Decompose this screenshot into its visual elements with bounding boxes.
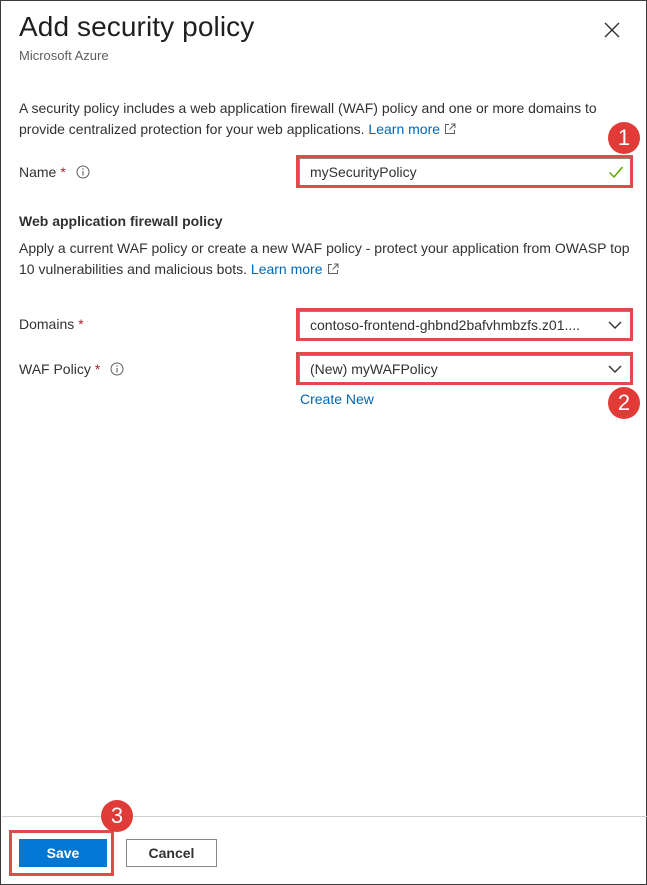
checkmark-icon bbox=[609, 166, 624, 179]
name-input-value: mySecurityPolicy bbox=[310, 164, 417, 180]
close-button[interactable] bbox=[599, 17, 625, 43]
waf-section-text: Apply a current WAF policy or create a n… bbox=[19, 240, 630, 277]
required-indicator: * bbox=[78, 316, 84, 332]
external-link-icon bbox=[445, 123, 456, 134]
domains-label-text: Domains bbox=[19, 316, 75, 332]
info-icon[interactable] bbox=[110, 362, 124, 376]
step-2-badge: 2 bbox=[608, 387, 640, 419]
info-icon[interactable] bbox=[76, 165, 90, 179]
name-label: Name * bbox=[19, 164, 90, 180]
add-security-policy-panel: Add security policy Microsoft Azure A se… bbox=[0, 0, 647, 885]
intro-description: A security policy includes a web applica… bbox=[19, 98, 629, 140]
save-button[interactable]: Save bbox=[19, 839, 107, 867]
domains-dropdown-value: contoso-frontend-ghbnd2bafvhmbzfs.z01...… bbox=[310, 317, 581, 333]
domains-label: Domains * bbox=[19, 316, 84, 332]
create-new-link[interactable]: Create New bbox=[300, 391, 374, 407]
step-3-badge: 3 bbox=[101, 800, 133, 832]
waf-policy-label-text: WAF Policy bbox=[19, 361, 91, 377]
external-link-icon bbox=[327, 263, 338, 274]
cancel-button[interactable]: Cancel bbox=[126, 839, 217, 867]
chevron-down-icon bbox=[608, 321, 622, 329]
required-indicator: * bbox=[60, 164, 66, 180]
name-input[interactable]: mySecurityPolicy bbox=[299, 158, 631, 186]
name-label-text: Name bbox=[19, 164, 57, 180]
close-icon bbox=[604, 22, 620, 38]
domains-dropdown[interactable]: contoso-frontend-ghbnd2bafvhmbzfs.z01...… bbox=[299, 311, 631, 339]
step-1-badge: 1 bbox=[608, 122, 640, 154]
page-title: Add security policy bbox=[19, 11, 255, 42]
waf-policy-label: WAF Policy * bbox=[19, 361, 124, 377]
required-indicator: * bbox=[94, 361, 101, 377]
waf-section-description: Apply a current WAF policy or create a n… bbox=[19, 238, 631, 280]
waf-section-title: Web application firewall policy bbox=[19, 213, 223, 229]
intro-text: A security policy includes a web applica… bbox=[19, 100, 597, 137]
waf-policy-dropdown[interactable]: (New) myWAFPolicy bbox=[299, 355, 631, 383]
waf-policy-dropdown-value: (New) myWAFPolicy bbox=[310, 361, 438, 377]
chevron-down-icon bbox=[608, 365, 622, 373]
waf-learn-more-link[interactable]: Learn more bbox=[251, 261, 323, 277]
learn-more-link[interactable]: Learn more bbox=[368, 121, 440, 137]
page-subtitle: Microsoft Azure bbox=[19, 48, 109, 63]
footer-divider bbox=[2, 816, 647, 817]
